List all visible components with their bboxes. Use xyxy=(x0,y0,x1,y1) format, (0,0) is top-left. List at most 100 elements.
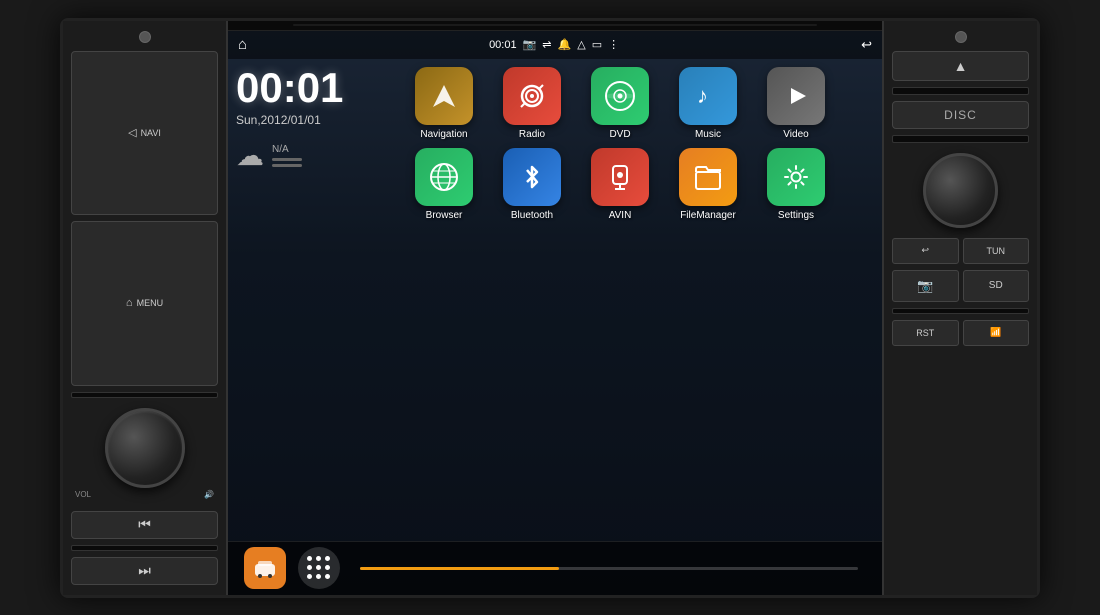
camera-status-icon: 📷 xyxy=(523,38,537,51)
clock-area: 00:01 Sun,2012/01/01 ☁ N/A xyxy=(236,67,396,533)
avin-icon-bg xyxy=(591,148,649,206)
prev-track-button[interactable]: ⏮ xyxy=(71,511,218,539)
rst-row: RST 📶 xyxy=(892,320,1029,346)
disc-text: DISC xyxy=(944,108,977,122)
app-music[interactable]: ♪ Music xyxy=(668,67,748,140)
navi-button[interactable]: ◁ NAVI xyxy=(71,51,218,216)
usb-icon: ⇌ xyxy=(542,38,551,51)
volume-icon: 🔔 xyxy=(558,38,572,51)
wifi-icon: 📶 xyxy=(990,327,1001,338)
menu-dots-icon[interactable]: ⋮ xyxy=(608,38,619,51)
bottom-app-grid[interactable] xyxy=(298,547,340,589)
bluetooth-label: Bluetooth xyxy=(511,210,553,221)
browser-label: Browser xyxy=(426,210,463,221)
next-icon: ⏭ xyxy=(138,562,151,579)
tun-button[interactable]: TUN xyxy=(963,238,1030,264)
cam-button[interactable]: 📷 xyxy=(892,270,959,302)
cam-icon: 📷 xyxy=(917,278,933,294)
icon-btn-row: 📷 SD xyxy=(892,270,1029,302)
right-panel: ▲ DISC ↩ TUN 📷 SD xyxy=(882,21,1037,595)
signal-icon: ▭ xyxy=(592,38,602,51)
disc-slot xyxy=(892,87,1029,95)
nav-label: Navigation xyxy=(420,129,467,140)
video-label: Video xyxy=(783,129,808,140)
browser-icon-bg xyxy=(415,148,473,206)
volume-knob[interactable] xyxy=(105,408,185,488)
bottom-app-taxi[interactable] xyxy=(244,547,286,589)
android-screen: ⌂ 00:01 📷 ⇌ 🔔 △ ▭ ⋮ ↩ xyxy=(228,31,882,595)
app-browser[interactable]: Browser xyxy=(404,148,484,221)
filemanager-label: FileManager xyxy=(680,210,736,221)
sd-button[interactable]: SD xyxy=(963,270,1030,302)
app-row-2: Browser Bluetooth xyxy=(404,148,874,221)
left-panel: ◁ NAVI ⌂ MENU VOL 🔊 ⏮ ⏭ xyxy=(63,21,228,595)
vol-label: VOL xyxy=(75,490,91,499)
radio-icon-bg xyxy=(503,67,561,125)
cloud-icon: ☁ xyxy=(236,139,264,172)
eject-icon: ▲ xyxy=(954,58,968,74)
bluetooth-icon-bg xyxy=(503,148,561,206)
right-knob[interactable] xyxy=(923,153,998,228)
weather-label: N/A xyxy=(272,144,302,155)
app-filemanager[interactable]: FileManager xyxy=(668,148,748,221)
center-screen: ⌂ 00:01 📷 ⇌ 🔔 △ ▭ ⋮ ↩ xyxy=(228,21,882,595)
status-time: 00:01 xyxy=(489,39,517,51)
navi-label: NAVI xyxy=(141,128,161,138)
wifi-button[interactable]: 📶 xyxy=(963,320,1030,346)
app-navigation[interactable]: Navigation xyxy=(404,67,484,140)
status-left: ⌂ xyxy=(238,36,247,53)
avin-label: AVIN xyxy=(609,210,632,221)
video-icon-bg xyxy=(767,67,825,125)
top-slot xyxy=(228,21,882,31)
dots-grid xyxy=(307,556,332,581)
status-center: 00:01 📷 ⇌ 🔔 △ ▭ ⋮ xyxy=(489,38,619,51)
main-content: 00:01 Sun,2012/01/01 ☁ N/A xyxy=(228,59,882,541)
weather-lines: N/A xyxy=(272,144,302,167)
dvd-label: DVD xyxy=(609,129,630,140)
bottom-bar xyxy=(228,541,882,595)
app-bluetooth[interactable]: Bluetooth xyxy=(492,148,572,221)
eject-button[interactable]: ▲ xyxy=(892,51,1029,81)
disc-status-icon: △ xyxy=(577,38,585,51)
status-bar: ⌂ 00:01 📷 ⇌ 🔔 △ ▭ ⋮ ↩ xyxy=(228,31,882,59)
app-row-1: Navigation xyxy=(404,67,874,140)
settings-icon-bg xyxy=(767,148,825,206)
progress-bar xyxy=(360,567,858,570)
back-button[interactable]: ↩ xyxy=(892,238,959,264)
music-icon-bg: ♪ xyxy=(679,67,737,125)
disc-label: DISC xyxy=(892,101,1029,129)
app-dvd[interactable]: DVD xyxy=(580,67,660,140)
rst-label: RST xyxy=(916,328,934,338)
progress-fill xyxy=(360,567,559,570)
back-status-icon[interactable]: ↩ xyxy=(861,37,872,53)
dvd-icon-bg xyxy=(591,67,649,125)
app-radio[interactable]: Radio xyxy=(492,67,572,140)
back-tun-row: ↩ TUN xyxy=(892,238,1029,264)
volume-knob-area: VOL 🔊 xyxy=(71,408,218,501)
radio-label: Radio xyxy=(519,129,545,140)
app-grid: Navigation xyxy=(404,67,874,533)
status-right: ↩ xyxy=(861,37,872,53)
home-icon: ⌂ xyxy=(126,297,133,309)
rst-button[interactable]: RST xyxy=(892,320,959,346)
next-track-button[interactable]: ⏭ xyxy=(71,557,218,585)
app-avin[interactable]: AVIN xyxy=(580,148,660,221)
clock-date: Sun,2012/01/01 xyxy=(236,113,396,127)
menu-label: MENU xyxy=(137,298,164,308)
right-knob-area xyxy=(892,153,1029,228)
disc-slot-2 xyxy=(892,135,1029,143)
menu-button[interactable]: ⌂ MENU xyxy=(71,221,218,386)
back-label: ↩ xyxy=(921,245,929,256)
app-settings[interactable]: Settings xyxy=(756,148,836,221)
home-status-icon[interactable]: ⌂ xyxy=(238,36,247,53)
settings-label: Settings xyxy=(778,210,814,221)
music-label: Music xyxy=(695,129,721,140)
svg-text:♪: ♪ xyxy=(697,83,708,108)
speaker-icon: 🔊 xyxy=(204,490,214,499)
prev-icon: ⏮ xyxy=(138,516,151,533)
navi-icon: ◁ xyxy=(128,126,136,139)
car-head-unit: ◁ NAVI ⌂ MENU VOL 🔊 ⏮ ⏭ xyxy=(60,18,1040,598)
sd-icon: SD xyxy=(989,280,1003,291)
weather-area: ☁ N/A xyxy=(236,139,396,172)
app-video[interactable]: Video xyxy=(756,67,836,140)
